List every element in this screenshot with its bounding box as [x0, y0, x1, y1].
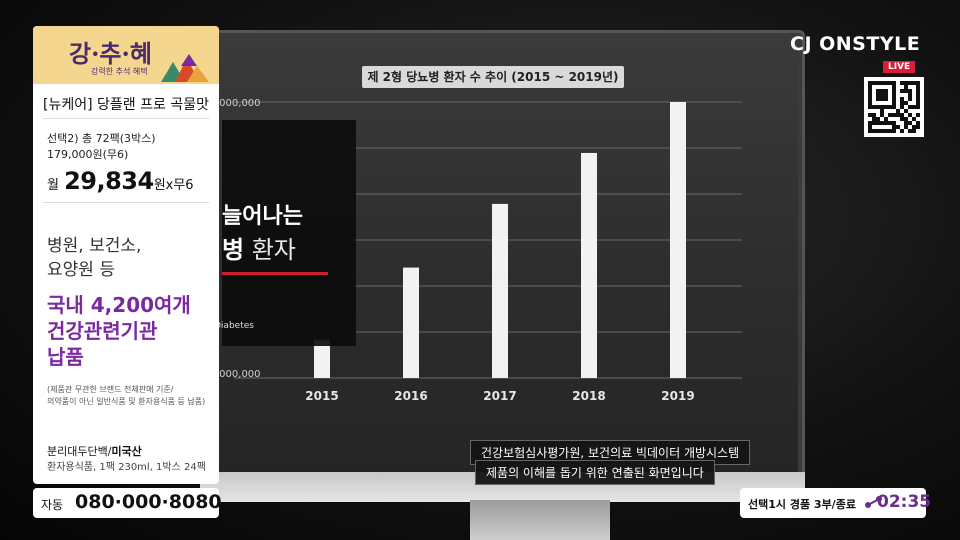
phone-label: 자동: [41, 498, 64, 512]
x-tick-label: 2017: [483, 389, 516, 403]
product-spec: 환자용식품, 1팩 230ml, 1박스 24팩: [47, 462, 206, 473]
disclaimer-notice: 제품의 이해를 돕기 위한 연출된 화면입니다: [475, 460, 715, 485]
price-value: 29,834: [64, 167, 154, 195]
overlay-caption-thin: 환자: [244, 236, 296, 264]
x-tick-label: 2016: [394, 389, 427, 403]
footnote-line: 의약품이 아닌 일반식품 및 환자용식품 등 납품): [47, 397, 206, 406]
decoration-icon: [161, 54, 209, 82]
monitor-stand: [470, 500, 610, 540]
product-panel: 강·추·혜 강력한 추석 혜택 [뉴케어] 당플랜 프로 곡물맛 선택2) 총 …: [33, 26, 219, 484]
highlight-line: 납품: [47, 345, 84, 369]
live-badge: LIVE: [883, 61, 916, 73]
status-text: 선택1시 경품 3부/종료: [748, 498, 856, 511]
qr-code-icon[interactable]: [864, 77, 924, 137]
origin-value: 미국산: [111, 445, 142, 458]
promo-logo-subtitle: 강력한 추석 혜택: [91, 67, 148, 76]
headline: 병원, 보건소, 요양원 등: [47, 234, 141, 282]
x-tick-label: 2018: [572, 389, 605, 403]
highlight-line: 건강관련기관: [47, 319, 158, 343]
y-tick-label: ,000,000: [216, 369, 261, 380]
promo-logo-title: 강·추·혜: [69, 39, 152, 68]
x-tick-label: 2015: [305, 389, 338, 403]
chart-title: 제 2형 당뇨병 환자 수 추이 (2015 ~ 2019년): [362, 66, 624, 88]
bar-2017: [492, 203, 508, 378]
product-option: 선택2) 총 72팩(3박스) 179,000원(무6): [47, 131, 156, 163]
price-suffix: 원x무6: [153, 178, 194, 193]
origin-label: 분리대두단백/: [47, 445, 112, 458]
timer-status: 선택1시 경품 3부/종료 02:35: [740, 488, 931, 518]
headline-line: 병원, 보건소,: [47, 236, 142, 256]
overlay-caption-bold: 병: [222, 236, 245, 264]
overlay-caption-line2: 병 환자: [222, 230, 296, 265]
option-line1: 선택2) 총 72팩(3박스): [47, 132, 156, 145]
product-name: [뉴케어] 당플랜 프로 곡물맛: [43, 97, 209, 113]
order-phone[interactable]: 자동 080·000·8080: [33, 488, 222, 518]
price-prefix: 월: [47, 178, 59, 193]
origin-info: 분리대두단백/미국산 환자용식품, 1팩 230ml, 1박스 24팩: [47, 444, 206, 476]
overlay-caption-line1: 늘어나는: [222, 204, 303, 229]
headline-line: 요양원 등: [47, 260, 115, 280]
bar-2019: [670, 102, 686, 378]
bar-2016: [403, 267, 419, 378]
x-tick-label: 2019: [661, 389, 694, 403]
y-tick-label: ,000,000: [216, 98, 261, 109]
bar-2018: [581, 152, 597, 378]
highlight: 국내 4,200여개 건강관련기관 납품: [47, 292, 191, 370]
highlight-line: 국내 4,200여개: [47, 293, 191, 317]
monthly-price: 월 29,834원x무6: [47, 167, 194, 195]
phone-number[interactable]: 080·000·8080: [75, 491, 222, 513]
remaining-time: 02:35: [877, 492, 932, 512]
brand-logo: CJ ONSTYLE: [790, 33, 921, 55]
overlay-red-line: [222, 272, 328, 275]
divider: [43, 202, 209, 203]
footnote-line: (제품관 무관한 브랜드 전체판매 기준/: [47, 385, 174, 394]
footnote: (제품관 무관한 브랜드 전체판매 기준/ 의약품이 아닌 일반식품 및 환자용…: [47, 384, 205, 408]
overlay-tag: Diabetes: [214, 321, 254, 331]
divider: [43, 118, 209, 119]
option-line2: 179,000원(무6): [47, 148, 129, 161]
promo-banner: 강·추·혜 강력한 추석 혜택: [33, 26, 219, 84]
